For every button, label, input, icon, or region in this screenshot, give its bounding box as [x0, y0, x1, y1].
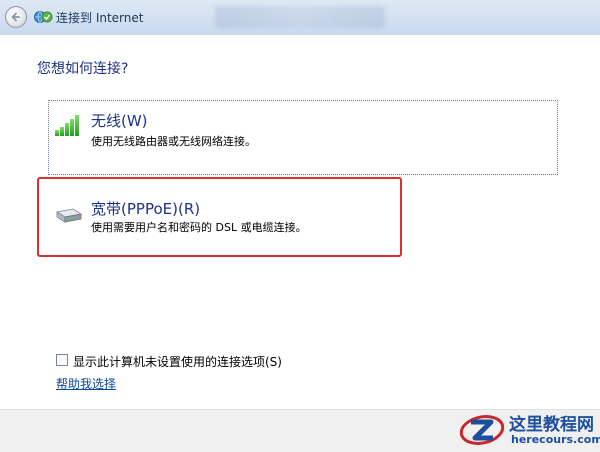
blurred-title-area [215, 6, 385, 28]
watermark-logo [459, 415, 505, 445]
show-unsetup-options-label[interactable]: 显示此计算机未设置使用的连接选项(S) [73, 353, 282, 370]
broadband-modem-icon [55, 208, 83, 223]
watermark-name: 这里教程网 [509, 415, 594, 435]
show-unsetup-options-checkbox[interactable] [56, 354, 68, 366]
broadband-option[interactable]: 宽带(PPPoE)(R) 使用需要用户名和密码的 DSL 或电缆连接。 [37, 177, 402, 257]
back-button[interactable] [5, 6, 27, 28]
watermark: 这里教程网 herecours.com [455, 407, 600, 451]
help-me-choose-link[interactable]: 帮助我选择 [56, 375, 116, 392]
page-question: 您想如何连接? [37, 61, 129, 77]
wireless-option[interactable]: 无线(W) 使用无线路由器或无线网络连接。 [48, 100, 558, 175]
network-globe-icon [34, 11, 53, 23]
window-title: 连接到 Internet [56, 11, 144, 25]
wireless-option-description: 使用无线路由器或无线网络连接。 [91, 135, 256, 148]
broadband-option-title: 宽带(PPPoE)(R) [91, 200, 201, 218]
back-arrow-icon [11, 12, 20, 22]
broadband-option-description: 使用需要用户名和密码的 DSL 或电缆连接。 [91, 221, 307, 234]
wireless-option-title: 无线(W) [91, 112, 148, 130]
title-bar: 连接到 Internet [0, 0, 600, 35]
wireless-signal-icon [55, 115, 79, 136]
watermark-url: herecours.com [511, 433, 600, 446]
